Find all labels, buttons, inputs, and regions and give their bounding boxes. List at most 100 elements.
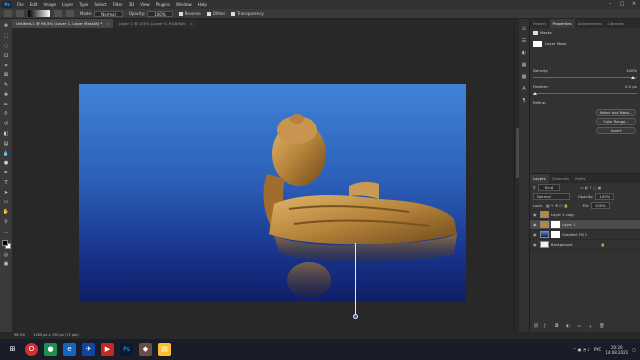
- move-tool-icon[interactable]: ✥: [3, 23, 10, 30]
- menu-file[interactable]: File: [14, 2, 27, 7]
- clone-stamp-icon[interactable]: ⚲: [3, 111, 10, 118]
- layer-row-layer-1[interactable]: ◉ Layer 1: [530, 220, 640, 230]
- blur-tool-icon[interactable]: 💧: [3, 151, 10, 158]
- clock[interactable]: 20:20 14.08.2021: [605, 345, 628, 355]
- path-select-icon[interactable]: ➤: [3, 190, 10, 197]
- lasso-tool-icon[interactable]: ◌: [3, 43, 10, 50]
- foreground-color-swatch[interactable]: [1, 240, 8, 247]
- gradient-tool-icon[interactable]: ▤: [3, 141, 10, 148]
- tab-libraries[interactable]: Libraries: [605, 19, 627, 28]
- transparency-checkbox[interactable]: [231, 11, 236, 16]
- history-icon[interactable]: ⎌: [521, 26, 527, 32]
- properties-icon[interactable]: ☰: [521, 38, 527, 44]
- eye-icon[interactable]: ◉: [533, 242, 538, 247]
- adjustments-icon[interactable]: ◐: [521, 50, 527, 56]
- app-icon[interactable]: ◆: [139, 343, 152, 356]
- add-mask-icon[interactable]: ◘: [555, 324, 561, 330]
- eyedropper-tool-icon[interactable]: ✎: [3, 82, 10, 89]
- swatches-icon[interactable]: ▩: [521, 74, 527, 80]
- screen-mode-icon[interactable]: ▣: [3, 261, 10, 268]
- tab-paths[interactable]: Paths: [572, 174, 588, 183]
- chrome-icon[interactable]: ●: [44, 343, 57, 356]
- gradient-end-handle[interactable]: [353, 314, 358, 319]
- minimize-icon[interactable]: –: [604, 0, 616, 9]
- tab-history[interactable]: History: [530, 19, 550, 28]
- menu-3d[interactable]: 3D: [126, 2, 138, 7]
- object-select-tool-icon[interactable]: ⊡: [3, 53, 10, 60]
- quick-mask-icon[interactable]: ◎: [3, 252, 10, 259]
- menu-select[interactable]: Select: [91, 2, 109, 7]
- history-brush-icon[interactable]: ↺: [3, 121, 10, 128]
- tab-channels[interactable]: Channels: [549, 174, 573, 183]
- color-range-button[interactable]: Color Range...: [596, 118, 636, 125]
- libraries-icon[interactable]: ▦: [521, 62, 527, 68]
- tab-layers[interactable]: Layers: [530, 174, 549, 183]
- group-icon[interactable]: ▭: [577, 324, 583, 330]
- menu-filter[interactable]: Filter: [110, 2, 126, 7]
- trash-icon[interactable]: 🗑: [599, 324, 605, 330]
- adjustment-layer-icon[interactable]: ◐: [566, 324, 572, 330]
- healing-brush-icon[interactable]: ✚: [3, 92, 10, 99]
- telegram-icon[interactable]: ✈: [82, 343, 95, 356]
- menu-view[interactable]: View: [137, 2, 153, 7]
- opacity-field[interactable]: 100%: [147, 10, 173, 17]
- feather-value[interactable]: 0.0 px: [625, 84, 637, 89]
- menu-image[interactable]: Image: [40, 2, 59, 7]
- menu-type[interactable]: Type: [76, 2, 91, 7]
- eye-icon[interactable]: ◉: [533, 222, 538, 227]
- home-icon[interactable]: [4, 10, 12, 17]
- menu-layer[interactable]: Layer: [59, 2, 76, 7]
- brush-tool-icon[interactable]: ✏: [3, 102, 10, 109]
- dodge-tool-icon[interactable]: ●: [3, 160, 10, 167]
- reverse-checkbox[interactable]: [178, 11, 183, 16]
- dither-checkbox[interactable]: [206, 11, 211, 16]
- layer-mask-thumbnail[interactable]: [551, 221, 560, 228]
- edge-icon[interactable]: e: [63, 343, 76, 356]
- feather-slider[interactable]: [533, 91, 637, 95]
- gradient-picker[interactable]: [28, 10, 50, 17]
- character-icon[interactable]: A: [521, 86, 527, 92]
- maximize-icon[interactable]: □: [616, 0, 628, 9]
- explorer-icon[interactable]: ▤: [158, 343, 171, 356]
- tab-untitled-1[interactable]: Untitled-1 @ 96.5% (Layer 1, Layer Mask/…: [12, 19, 114, 28]
- new-layer-icon[interactable]: ＋: [588, 324, 594, 330]
- invert-button[interactable]: Invert: [596, 127, 636, 134]
- hand-tool-icon[interactable]: ✋: [3, 209, 10, 216]
- menu-window[interactable]: Window: [173, 2, 195, 7]
- kind-select[interactable]: Kind: [537, 184, 561, 191]
- menu-help[interactable]: Help: [195, 2, 210, 7]
- menu-edit[interactable]: Edit: [27, 2, 41, 7]
- density-value[interactable]: 100%: [626, 68, 637, 73]
- blend-mode-select[interactable]: Normal: [533, 193, 570, 200]
- eraser-tool-icon[interactable]: ◧: [3, 131, 10, 138]
- tab-layer-1[interactable]: Layer 1 @ 100% (Layer 0, RGB/8#) ×: [114, 19, 197, 28]
- notifications-icon[interactable]: ▢: [632, 347, 636, 352]
- radial-gradient-icon[interactable]: [66, 10, 74, 17]
- frame-tool-icon[interactable]: ⊠: [3, 72, 10, 79]
- close-tab-icon[interactable]: ×: [106, 21, 109, 26]
- zoom-level[interactable]: 96.5%: [14, 333, 25, 337]
- youtube-icon[interactable]: ▶: [101, 343, 114, 356]
- shape-tool-icon[interactable]: ▭: [3, 199, 10, 206]
- layer-opacity-field[interactable]: 100%: [595, 193, 615, 200]
- document-area[interactable]: [12, 28, 514, 332]
- photoshop-taskbar-icon[interactable]: Ps: [120, 343, 133, 356]
- zoom-tool-icon[interactable]: ⚲: [3, 219, 10, 226]
- linear-gradient-icon[interactable]: [54, 10, 62, 17]
- gradient-tool-icon[interactable]: [16, 10, 24, 17]
- fx-icon[interactable]: ƒ: [544, 324, 550, 330]
- eye-icon[interactable]: ◉: [533, 232, 538, 237]
- language-indicator[interactable]: PYC: [594, 347, 601, 352]
- close-icon[interactable]: ×: [628, 0, 640, 9]
- tab-properties[interactable]: Properties: [549, 19, 575, 28]
- eye-icon[interactable]: ◉: [533, 212, 538, 217]
- windows-start-icon[interactable]: ⊞: [6, 343, 19, 356]
- marquee-tool-icon[interactable]: ⬚: [3, 33, 10, 40]
- link-icon[interactable]: ⛓: [533, 324, 539, 330]
- filter-icons[interactable]: ▭ ◐ T ▢ ▣: [580, 185, 601, 190]
- density-slider[interactable]: [533, 75, 637, 79]
- close-tab-icon[interactable]: ×: [190, 21, 193, 26]
- layer-mask-thumbnail[interactable]: [551, 231, 560, 238]
- type-tool-icon[interactable]: T: [3, 180, 10, 187]
- mode-select[interactable]: Normal: [94, 10, 123, 17]
